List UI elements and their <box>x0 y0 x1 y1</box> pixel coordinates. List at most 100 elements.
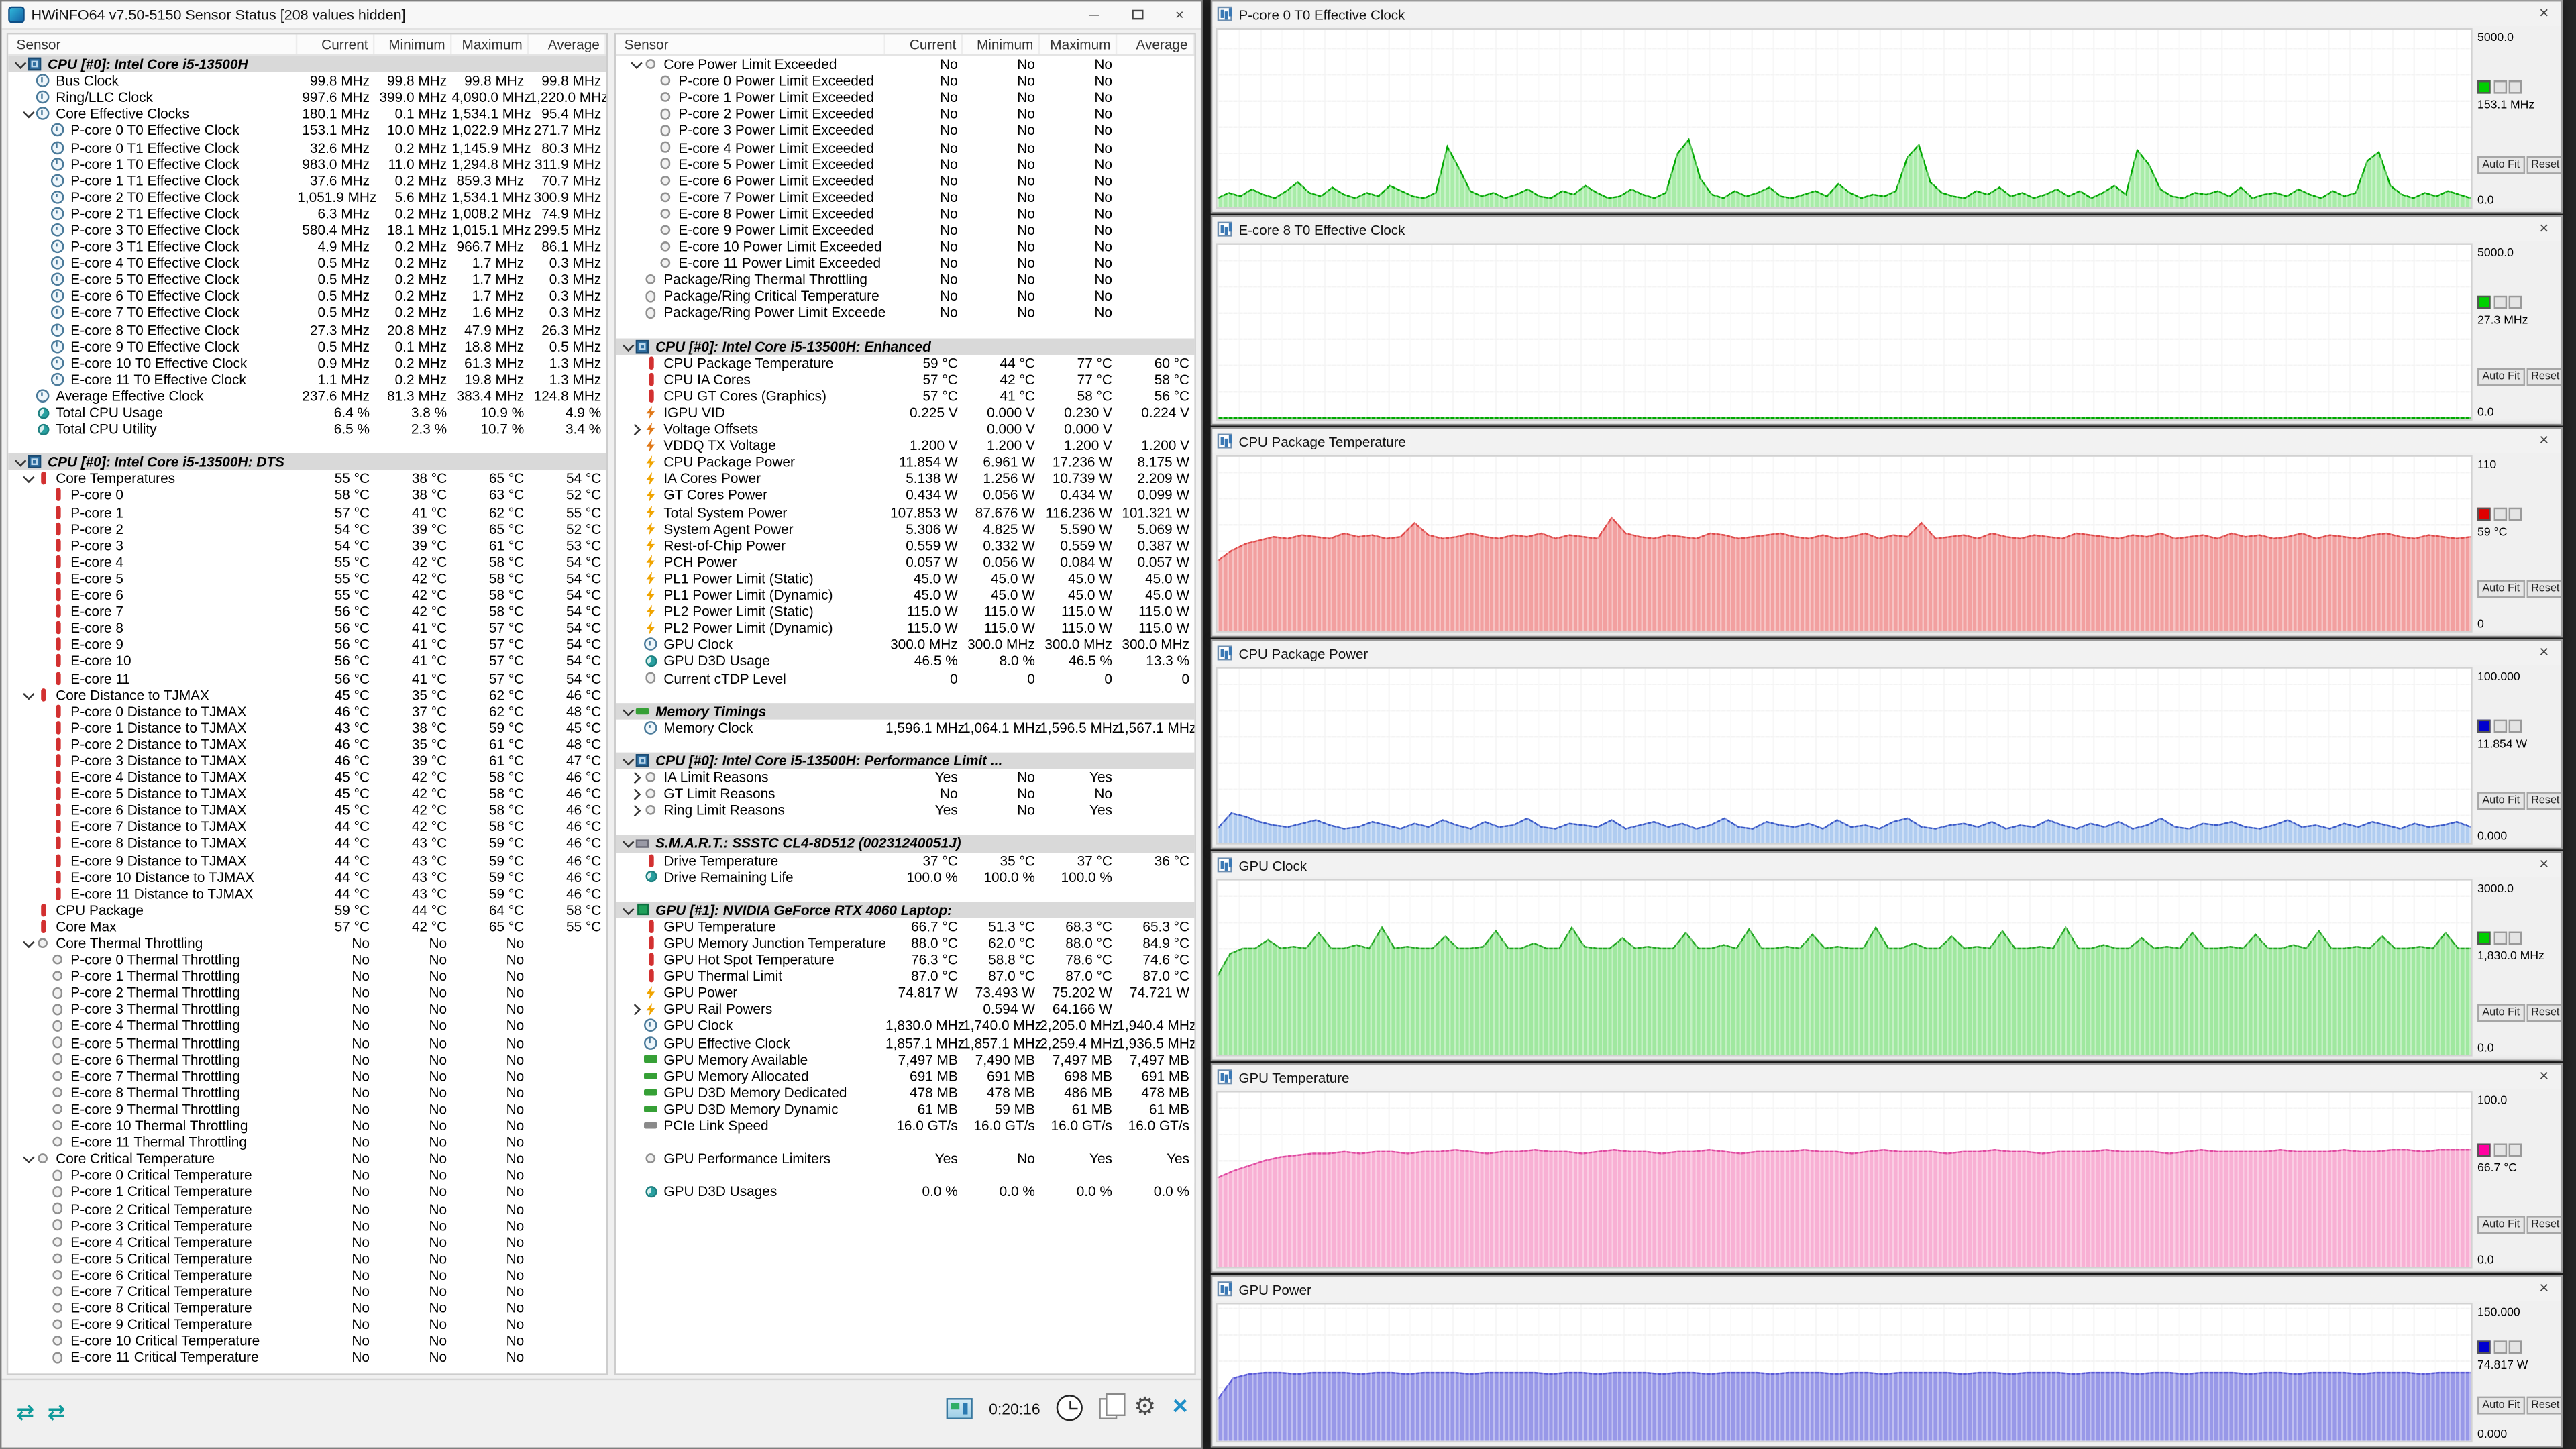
reset-button[interactable]: Reset <box>2526 792 2561 810</box>
sensor-row[interactable]: E-core 9 T0 Effective Clock 0.5 MHz 0.1 MH… <box>8 337 606 354</box>
sensor-row[interactable]: P-core 3 Power Limit Exceeded No No No <box>616 122 1194 139</box>
series-color-swatch[interactable] <box>2477 1142 2491 1157</box>
chevron-down-icon[interactable] <box>13 57 28 72</box>
sensor-row[interactable]: PL2 Power Limit (Dynamic) 115.0 W 115.0 W 1… <box>616 620 1194 637</box>
reset-button[interactable]: Reset <box>2526 580 2561 598</box>
sensor-row[interactable]: Average Effective Clock 237.6 MHz 81.3 MHz… <box>8 388 606 405</box>
column-header-average[interactable]: Average <box>1117 34 1195 54</box>
swatch-config-button[interactable] <box>2493 506 2506 521</box>
sensor-row[interactable]: Memory Clock 1,596.1 MHz 1,064.1 MHz 1,596.… <box>616 719 1194 736</box>
sensor-row[interactable]: GT Cores Power 0.434 W 0.056 W 0.434 W 0.099… <box>616 487 1194 504</box>
column-header-maximum[interactable]: Maximum <box>1040 34 1118 54</box>
sensor-row[interactable]: GPU Clock 300.0 MHz 300.0 MHz 300.0 MHz 300.… <box>616 636 1194 653</box>
sensor-row[interactable]: E-core 10 Power Limit Exceeded No No No <box>616 238 1194 255</box>
chevron-down-icon[interactable] <box>21 687 36 702</box>
sensor-row[interactable]: E-core 6 55 °C 42 °C 58 °C 54 °C <box>8 586 606 603</box>
column-header-average[interactable]: Average <box>529 34 606 54</box>
sensor-row[interactable]: P-core 0 Distance to TJMAX 46 °C 37 °C 62 °… <box>8 702 606 719</box>
swatch-config-button[interactable] <box>2493 294 2506 309</box>
sensor-row[interactable]: GPU Clock 1,830.0 MHz 1,740.0 MHz 2,205.0 M… <box>616 1018 1194 1034</box>
sensor-row[interactable]: E-core 4 Distance to TJMAX 45 °C 42 °C 58 °… <box>8 769 606 786</box>
swatch-config-button-2[interactable] <box>2508 1142 2522 1157</box>
sensor-row[interactable]: GPU Memory Junction Temperature 88.0 °C 62… <box>616 934 1194 951</box>
sensor-row[interactable]: E-core 4 Thermal Throttling No No No <box>8 1018 606 1034</box>
graph-close-icon[interactable]: × <box>2530 644 2558 662</box>
column-header-minimum[interactable]: Minimum <box>963 34 1040 54</box>
column-header-sensor[interactable]: Sensor <box>616 34 886 54</box>
sensor-row[interactable]: P-core 3 Critical Temperature No No No <box>8 1217 606 1234</box>
series-color-swatch[interactable] <box>2477 506 2491 521</box>
reset-button[interactable]: Reset <box>2526 1004 2561 1022</box>
sensor-row[interactable]: Drive Temperature 37 °C 35 °C 37 °C 36 °C <box>616 852 1194 869</box>
column-header-current[interactable]: Current <box>297 34 375 54</box>
sensor-row[interactable]: E-core 7 T0 Effective Clock 0.5 MHz 0.2 MH… <box>8 305 606 321</box>
sensor-row[interactable]: Current cTDP Level 0 0 0 0 <box>616 669 1194 686</box>
sensor-row[interactable]: E-core 7 Power Limit Exceeded No No No <box>616 189 1194 205</box>
sensor-row[interactable]: P-core 2 T1 Effective Clock 6.3 MHz 0.2 MH… <box>8 205 606 222</box>
column-header-maximum[interactable]: Maximum <box>451 34 529 54</box>
auto-fit-button[interactable]: Auto Fit <box>2477 368 2525 386</box>
column-header-minimum[interactable]: Minimum <box>374 34 452 54</box>
sensor-row[interactable]: P-core 1 Thermal Throttling No No No <box>8 968 606 985</box>
prev-values-button[interactable]: ⇄ <box>16 1398 34 1428</box>
sensor-row[interactable]: E-core 8 Power Limit Exceeded No No No <box>616 205 1194 222</box>
sensor-row[interactable]: E-core 10 Thermal Throttling No No No <box>8 1117 606 1134</box>
chevron-right-icon[interactable] <box>629 770 644 785</box>
chevron-down-icon[interactable] <box>629 57 644 72</box>
sensor-row[interactable]: PL2 Power Limit (Static) 115.0 W 115.0 W 11… <box>616 603 1194 620</box>
graph-title-bar[interactable]: P-core 0 T0 Effective Clock × <box>1212 1 2561 27</box>
sensor-section[interactable]: S.M.A.R.T.: SSSTC CL4-8D512 (00231240051… <box>616 835 1195 852</box>
sensor-section[interactable]: GPU [#1]: NVIDIA GeForce RTX 4060 Laptop… <box>616 901 1195 918</box>
sensor-section[interactable]: CPU [#0]: Intel Core i5-13500H: Performa… <box>616 752 1195 769</box>
sensor-row[interactable]: Bus Clock 99.8 MHz 99.8 MHz 99.8 MHz 99.8 MH… <box>8 72 606 89</box>
sensor-row[interactable]: Package/Ring Critical Temperature No No No <box>616 288 1194 305</box>
sensor-row[interactable]: Package/Ring Power Limit Exceeded No No No <box>616 305 1194 321</box>
sensor-row[interactable]: P-core 1 T1 Effective Clock 37.6 MHz 0.2 M… <box>8 172 606 189</box>
sensor-row[interactable]: GPU Power 74.817 W 73.493 W 75.202 W 74.721 … <box>616 985 1194 1002</box>
graph-title-bar[interactable]: GPU Clock × <box>1212 853 2561 877</box>
swatch-config-button[interactable] <box>2493 718 2506 733</box>
sensor-row[interactable]: GPU Memory Allocated 691 MB 691 MB 698 MB 69… <box>616 1067 1194 1084</box>
sensor-row[interactable]: P-core 1 57 °C 41 °C 62 °C 55 °C <box>8 504 606 521</box>
close-button[interactable]: × <box>1159 1 1201 28</box>
sensor-row[interactable]: GPU Memory Available 7,497 MB 7,490 MB 7,49… <box>616 1051 1194 1067</box>
series-color-swatch[interactable] <box>2477 718 2491 733</box>
sensor-row[interactable]: E-core 10 Critical Temperature No No No <box>8 1333 606 1350</box>
sensor-row[interactable]: CPU Package Temperature 59 °C 44 °C 77 °C 60… <box>616 354 1194 371</box>
sensor-row[interactable]: VDDQ TX Voltage 1.200 V 1.200 V 1.200 V 1.20… <box>616 437 1194 454</box>
series-color-swatch[interactable] <box>2477 294 2491 309</box>
sensor-row[interactable]: CPU IA Cores 57 °C 42 °C 77 °C 58 °C <box>616 371 1194 388</box>
sensor-row[interactable]: Total CPU Utility 6.5 % 2.3 % 10.7 % 3.4 % <box>8 421 606 437</box>
sensor-row[interactable]: CPU GT Cores (Graphics) 57 °C 41 °C 58 °C 56… <box>616 388 1194 405</box>
column-header-sensor[interactable]: Sensor <box>8 34 298 54</box>
sensor-row[interactable]: P-core 1 Power Limit Exceeded No No No <box>616 89 1194 106</box>
sensor-row[interactable]: GPU Performance Limiters Yes No Yes Yes <box>616 1150 1194 1167</box>
chevron-right-icon[interactable] <box>629 786 644 801</box>
chevron-down-icon[interactable] <box>21 107 36 121</box>
sensor-row[interactable]: E-core 10 T0 Effective Clock 0.9 MHz 0.2 M… <box>8 354 606 371</box>
sensor-row[interactable]: E-core 9 Critical Temperature No No No <box>8 1316 606 1333</box>
swatch-config-button-2[interactable] <box>2508 718 2522 733</box>
sensor-row[interactable]: P-core 2 Critical Temperature No No No <box>8 1200 606 1217</box>
swatch-config-button-2[interactable] <box>2508 1340 2522 1354</box>
graph-title-bar[interactable]: GPU Temperature × <box>1212 1064 2561 1089</box>
sensor-row[interactable]: E-core 7 Critical Temperature No No No <box>8 1283 606 1300</box>
sensor-row[interactable]: E-core 7 Distance to TJMAX 44 °C 42 °C 58 °… <box>8 818 606 835</box>
sensor-row[interactable]: Total CPU Usage 6.4 % 3.8 % 10.9 % 4.9 % <box>8 404 606 421</box>
chevron-right-icon[interactable] <box>629 803 644 818</box>
sensor-row[interactable]: Core Temperatures 55 °C 38 °C 65 °C 54 °C <box>8 470 606 487</box>
next-values-button[interactable]: ⇄ <box>48 1398 66 1428</box>
sensor-row[interactable]: Drive Remaining Life 100.0 % 100.0 % 100.0 … <box>616 869 1194 885</box>
sensor-row[interactable]: P-core 2 54 °C 39 °C 65 °C 52 °C <box>8 520 606 537</box>
chevron-down-icon[interactable] <box>621 704 636 718</box>
sensor-row[interactable]: P-core 2 T0 Effective Clock 1,051.9 MHz 5.… <box>8 189 606 205</box>
sensor-row[interactable]: P-core 0 Critical Temperature No No No <box>8 1167 606 1183</box>
title-bar[interactable]: HWiNFO64 v7.50-5150 Sensor Status [208 v… <box>1 1 1201 30</box>
sensor-row[interactable]: E-core 10 Distance to TJMAX 44 °C 43 °C 59 … <box>8 869 606 885</box>
series-color-swatch[interactable] <box>2477 930 2491 945</box>
sensor-row[interactable]: Core Thermal Throttling No No No <box>8 934 606 951</box>
reset-button[interactable]: Reset <box>2526 1397 2561 1415</box>
sensor-row[interactable]: GPU Effective Clock 1,857.1 MHz 1,857.1 MH… <box>616 1034 1194 1051</box>
sensor-row[interactable]: E-core 11 T0 Effective Clock 1.1 MHz 0.2 M… <box>8 371 606 388</box>
sensor-row[interactable]: E-core 6 Critical Temperature No No No <box>8 1267 606 1283</box>
